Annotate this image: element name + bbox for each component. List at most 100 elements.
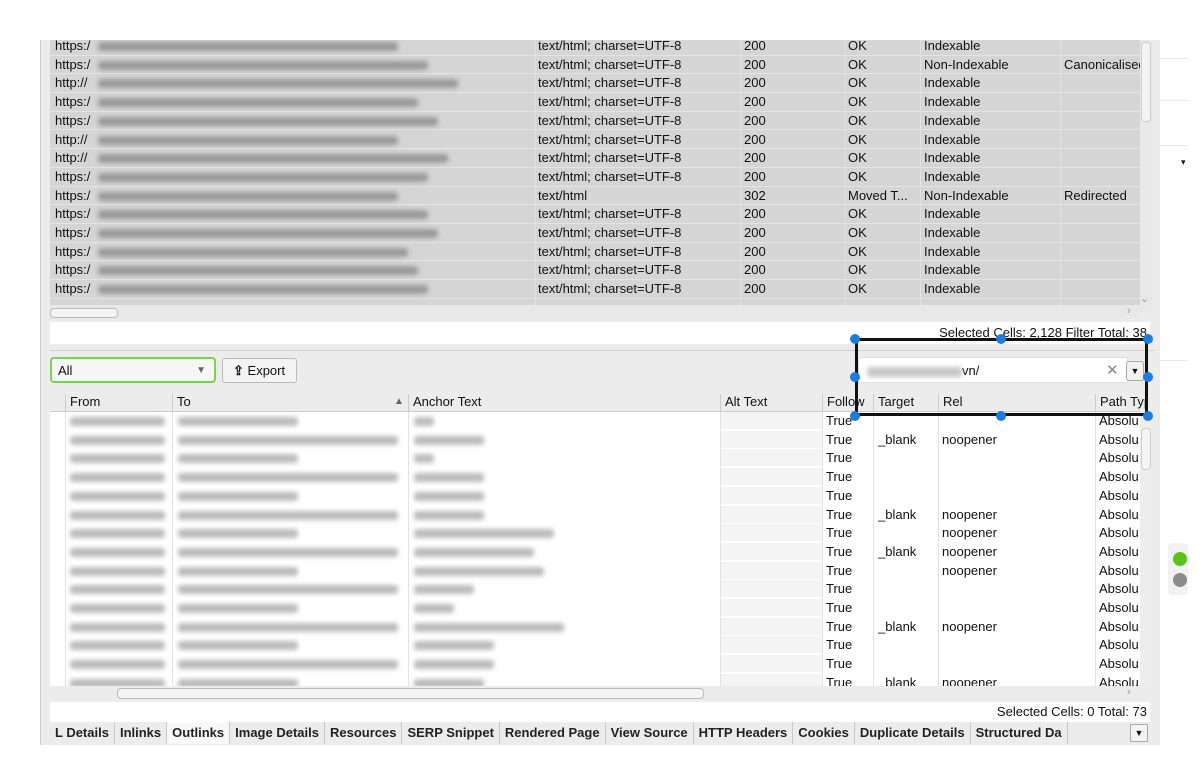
table-row[interactable]: True noopener Absolu [50,561,1140,581]
table-row[interactable]: https:/ text/html; charset=UTF-8 200 OK Inde… [50,168,1140,187]
table-row[interactable]: https:/ text/html; charset=UTF-8 200 OK Inde… [50,224,1140,243]
tab-view-source[interactable]: View Source [606,722,694,744]
blurred-text [70,622,165,632]
table-row[interactable]: True _blank noopener Absolu [50,505,1140,525]
tab-outlinks[interactable]: Outlinks [167,722,231,744]
scroll-right-icon[interactable]: › [1127,305,1131,317]
resize-handle[interactable] [996,411,1006,421]
blurred-text [98,191,398,201]
address-cell: https:/ [55,40,91,53]
column-header-alt-text[interactable]: Alt Text [720,394,822,412]
blurred-text [178,510,398,520]
resize-handle[interactable] [850,372,860,382]
export-button[interactable]: ⇪ Export [222,358,297,383]
urls-table[interactable]: https:/ text/html; charset=UTF-8 200 OK Inde… [50,40,1140,312]
rel-cell: noopener [942,506,997,522]
indexability-cell: Indexable [924,281,981,297]
tab-structured-da[interactable]: Structured Da [971,722,1068,744]
indexability-cell: Indexable [924,150,981,166]
table-row[interactable]: https:/ text/html 302 Moved T... Non-Indexab… [50,187,1140,206]
blurred-text [98,42,398,51]
table-row[interactable]: https:/ text/html; charset=UTF-8 200 OK Inde… [50,40,1140,56]
tabs-overflow-button[interactable]: ▼ [1130,724,1148,742]
resize-handle[interactable] [1143,411,1153,421]
outlinks-table[interactable]: True Absolu True _blank noopener Absolu True Ab… [50,412,1140,686]
tab-inlinks[interactable]: Inlinks [115,722,168,744]
blurred-text [98,154,448,164]
path-type-cell: Absolu [1099,506,1139,522]
status-cell: OK [848,206,867,222]
tab-http-headers[interactable]: HTTP Headers [694,722,794,744]
table-row[interactable]: True _blank noopener Absolu [50,430,1140,450]
blurred-text [178,417,298,426]
tab-serp-snippet[interactable]: SERP Snippet [402,722,500,744]
table-row[interactable]: http:// text/html; charset=UTF-8 200 OK Inde… [50,131,1140,150]
table-row[interactable]: True Absolu [50,599,1140,618]
table-row[interactable]: https:/ text/html; charset=UTF-8 200 OK Inde… [50,205,1140,224]
follow-cell: True [826,525,853,541]
resize-handle[interactable] [1143,334,1153,344]
table-row[interactable]: True Absolu [50,655,1140,674]
table-row[interactable]: True Absolu [50,580,1140,599]
table-row[interactable]: True Absolu [50,636,1140,655]
blurred-text [98,135,398,145]
content-type-cell: text/html; charset=UTF-8 [538,206,682,222]
top-horizontal-scroll-thumb[interactable] [50,308,118,318]
follow-cell: True [826,600,853,615]
column-header-anchor-text[interactable]: Anchor Text [408,394,720,412]
resize-handle[interactable] [850,334,860,344]
column-header-to[interactable]: To [172,394,408,412]
table-row[interactable]: True Absolu [50,449,1140,468]
blurred-text [70,529,165,539]
top-horizontal-scrollbar[interactable] [50,305,1140,319]
blurred-text [70,473,165,483]
column-header-from[interactable]: From [65,394,173,412]
table-row[interactable]: True noopener Absolu [50,524,1140,543]
alt-text-cell [721,655,822,673]
blurred-text [414,491,484,501]
tab-cookies[interactable]: Cookies [793,722,855,744]
table-row[interactable]: https:/ text/html; charset=UTF-8 200 OK Inde… [50,93,1140,112]
blurred-text [178,641,298,651]
table-row[interactable]: https:/ text/html; charset=UTF-8 200 OK Inde… [50,280,1140,299]
resize-handle[interactable] [996,334,1006,344]
blurred-text [98,266,418,276]
status-cell: OK [848,40,867,53]
table-row[interactable]: https:/ text/html; charset=UTF-8 200 OK Inde… [50,261,1140,281]
tab-rendered-page[interactable]: Rendered Page [500,722,606,744]
export-label: Export [247,363,286,378]
resize-handle[interactable] [850,411,860,421]
table-row[interactable]: http:// text/html; charset=UTF-8 200 OK Inde… [50,74,1140,94]
table-row[interactable]: True _blank noopener Absolu [50,617,1140,637]
follow-cell: True [826,674,853,686]
table-row[interactable]: https:/ text/html; charset=UTF-8 200 OK Inde… [50,243,1140,262]
status-code-cell: 200 [744,56,766,72]
status-code-cell: 200 [744,168,766,184]
tab-duplicate-details[interactable]: Duplicate Details [855,722,971,744]
table-row[interactable]: True _blank noopener Absolu [50,673,1140,686]
path-type-cell: Absolu [1099,487,1139,503]
status-cell: OK [848,56,867,72]
scroll-down-icon[interactable]: ⌄ [1140,292,1149,305]
table-row[interactable]: https:/ text/html; charset=UTF-8 200 OK Inde… [50,112,1140,131]
table-row[interactable]: True _blank noopener Absolu [50,542,1140,562]
table-row[interactable]: True Absolu [50,468,1140,487]
table-row[interactable]: https:/ text/html; charset=UTF-8 200 OK Non-… [50,56,1140,75]
tab-l-details[interactable]: L Details [50,722,115,744]
tab-image-details[interactable]: Image Details [230,722,325,744]
content-type-cell: text/html; charset=UTF-8 [538,40,682,53]
alt-text-cell [721,468,822,486]
blurred-text [70,641,165,651]
bottom-vertical-scroll-thumb[interactable] [1141,428,1151,470]
tab-resources[interactable]: Resources [325,722,403,744]
blurred-text [70,566,165,576]
table-row[interactable]: True Absolu [50,486,1140,506]
bottom-horizontal-scroll-thumb[interactable] [117,688,704,699]
top-vertical-scroll-thumb[interactable] [1141,42,1151,122]
divider [1160,145,1188,146]
filter-select[interactable]: All ▼ [50,357,216,383]
table-row[interactable]: http:// text/html; charset=UTF-8 200 OK Inde… [50,149,1140,168]
follow-cell: True [826,487,853,503]
scroll-right-icon[interactable]: › [1127,686,1131,698]
resize-handle[interactable] [1143,372,1153,382]
